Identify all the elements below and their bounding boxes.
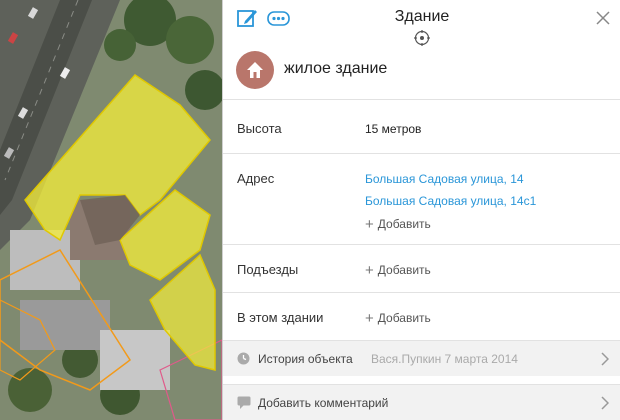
object-card: Здание жилое здание Высота 15 метров Адр…	[222, 0, 620, 420]
add-entrance-label: Добавить	[377, 263, 431, 277]
height-value: 15 метров	[365, 122, 422, 136]
house-icon	[247, 62, 263, 78]
clock-icon	[237, 352, 250, 365]
divider	[223, 153, 620, 154]
divider	[223, 244, 620, 245]
chevron-right-icon	[601, 352, 609, 366]
history-row[interactable]: История объекта Вася.Пупкин 7 марта 2014	[223, 340, 620, 376]
plus-icon: +	[365, 310, 374, 327]
plus-icon: +	[365, 262, 374, 279]
comment-icon	[237, 396, 251, 409]
add-comment-label: Добавить комментарий	[258, 396, 389, 410]
history-label: История объекта	[258, 352, 353, 366]
plus-icon: +	[365, 216, 374, 233]
add-comment-row[interactable]: Добавить комментарий	[223, 384, 620, 420]
card-title: Здание	[394, 8, 450, 25]
add-in-building-button[interactable]: + Добавить	[365, 309, 431, 327]
building-type-avatar	[236, 51, 274, 89]
add-entrance-button[interactable]: + Добавить	[365, 261, 431, 279]
close-icon[interactable]	[595, 10, 611, 26]
divider	[223, 292, 620, 293]
building-type-label: жилое здание	[284, 60, 388, 77]
entrances-label: Подъезды	[237, 262, 299, 277]
building-type-row: жилое здание	[223, 44, 620, 100]
add-address-button[interactable]: + Добавить	[365, 215, 431, 233]
history-meta: Вася.Пупкин 7 марта 2014	[371, 352, 518, 366]
address-label: Адрес	[237, 171, 275, 186]
add-in-building-label: Добавить	[377, 311, 431, 325]
in-building-label: В этом здании	[237, 310, 324, 325]
address-link-1[interactable]: Большая Садовая улица, 14	[365, 172, 524, 186]
address-link-2[interactable]: Большая Садовая улица, 14с1	[365, 194, 536, 208]
height-label: Высота	[237, 121, 282, 136]
add-address-label: Добавить	[377, 217, 431, 231]
map-view[interactable]	[0, 0, 222, 420]
card-header: Здание	[223, 0, 620, 46]
chevron-right-icon	[601, 396, 609, 410]
